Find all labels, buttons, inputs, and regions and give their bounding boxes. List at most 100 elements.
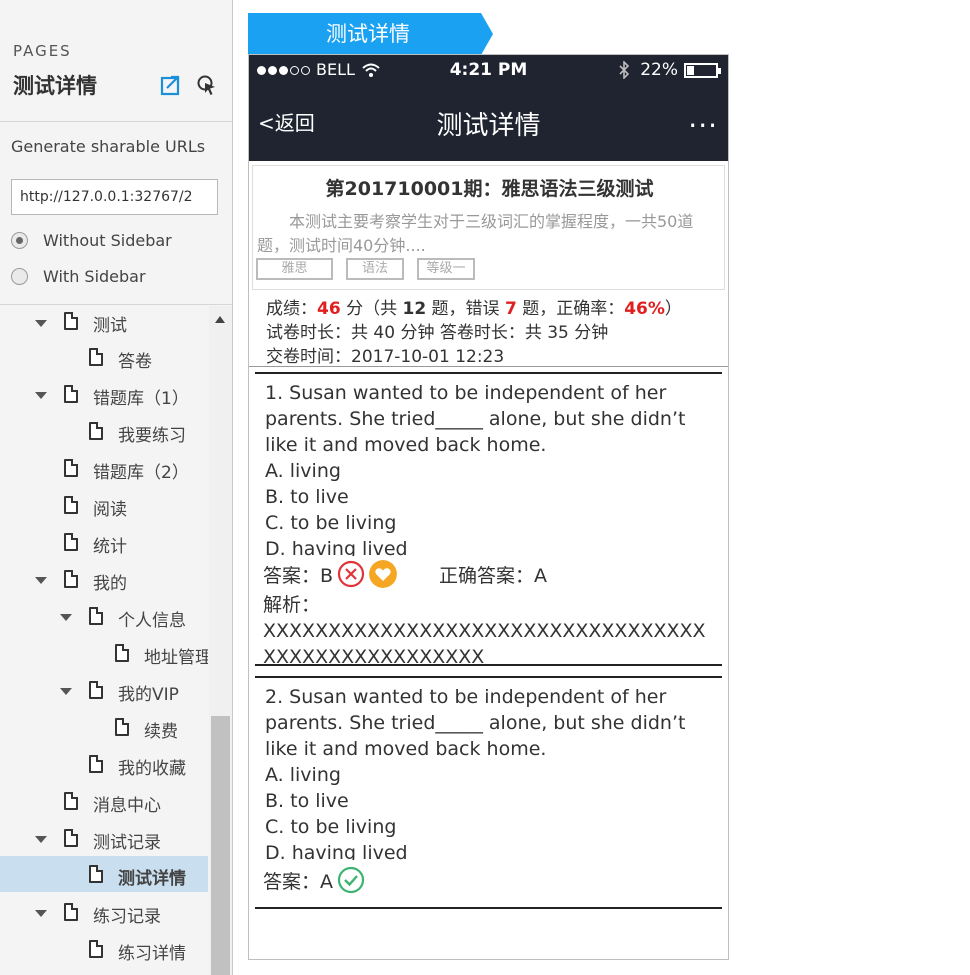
analysis-text: XXXXXXXXXXXXXXXXXXXXXXXXXXXXXXXXXXXXXXXX… bbox=[263, 620, 706, 668]
total-count: 12 bbox=[402, 299, 427, 319]
radio-button[interactable] bbox=[11, 268, 28, 285]
option-d: D. having lived bbox=[265, 842, 408, 860]
scroll-thumb[interactable] bbox=[211, 716, 230, 975]
page-icon bbox=[64, 829, 78, 847]
radio-without-sidebar[interactable]: Without Sidebar bbox=[11, 231, 172, 250]
tree-item-label: 个人信息 bbox=[118, 611, 186, 631]
tree-item-label: 阅读 bbox=[93, 500, 127, 520]
tree-item-label: 练习详情 bbox=[118, 944, 186, 964]
question-body: 1. Susan wanted to be independent of her… bbox=[265, 380, 710, 556]
test-info-card: 第201710001期：雅思语法三级测试 本测试主要考察学生对于三级词汇的掌握程… bbox=[252, 165, 725, 290]
tree-item-test-records[interactable]: 测试记录 bbox=[0, 821, 208, 857]
pointer-icon[interactable] bbox=[196, 74, 218, 96]
caret-icon[interactable] bbox=[35, 320, 47, 327]
question-text: 1. Susan wanted to be independent of her… bbox=[265, 382, 686, 456]
page-icon bbox=[64, 385, 78, 403]
tree-item-answer-sheet[interactable]: 答卷 bbox=[0, 340, 208, 376]
share-title: Generate sharable URLs bbox=[11, 137, 206, 156]
tree-item-wrong-bank-2[interactable]: 错题库（2） bbox=[0, 451, 208, 487]
radio-with-sidebar[interactable]: With Sidebar bbox=[11, 267, 146, 286]
score-line: 成绩：46 分（共 12 题，错误 7 题，正确率：46%） bbox=[266, 299, 682, 319]
option-b: B. to live bbox=[265, 486, 349, 508]
option-a: A. living bbox=[265, 460, 341, 482]
tree-item-practice[interactable]: 我要练习 bbox=[0, 414, 208, 450]
tree-item-messages[interactable]: 消息中心 bbox=[0, 784, 208, 820]
page-title-tab: 测试详情 bbox=[248, 13, 493, 55]
title-tab-label: 测试详情 bbox=[326, 22, 410, 46]
page-icon bbox=[89, 865, 103, 883]
caret-icon[interactable] bbox=[60, 614, 72, 621]
caret-icon[interactable] bbox=[60, 688, 72, 695]
more-button[interactable]: ... bbox=[688, 101, 718, 134]
nav-title: 测试详情 bbox=[436, 111, 541, 141]
sidebar-header: PAGES 测试详情 bbox=[0, 0, 232, 122]
caret-icon[interactable] bbox=[35, 910, 47, 917]
heart-icon[interactable] bbox=[369, 560, 398, 588]
tree-item-label: 测试详情 bbox=[118, 869, 186, 889]
tree-item-statistics[interactable]: 统计 bbox=[0, 525, 208, 561]
page-icon bbox=[89, 755, 103, 773]
question-card: 2. Susan wanted to be independent of her… bbox=[255, 676, 722, 909]
caret-icon[interactable] bbox=[35, 577, 47, 584]
tree-item-address[interactable]: 地址管理 bbox=[0, 636, 208, 672]
tree-item-label: 我的收藏 bbox=[118, 759, 186, 779]
tree-item-vip[interactable]: 我的VIP bbox=[0, 673, 208, 709]
phone-frame: BELL 4:21 PM 22% <返回 测试详情 ... 第201710001… bbox=[248, 54, 729, 960]
tree-item-favorites[interactable]: 我的收藏 bbox=[0, 747, 208, 783]
result-summary: 成绩：46 分（共 12 题，错误 7 题，正确率：46%） 试卷时长：共 40… bbox=[266, 297, 682, 369]
tree-item-label: 错题库（2） bbox=[93, 463, 189, 483]
tree-item-test[interactable]: 测试 bbox=[0, 306, 208, 342]
option-c: C. to be living bbox=[265, 816, 397, 838]
divider bbox=[249, 366, 728, 367]
my-answer: 答案：A bbox=[263, 870, 333, 893]
page-icon bbox=[64, 459, 78, 477]
tree-item-wrong-bank-1[interactable]: 错题库（1） bbox=[0, 377, 208, 413]
tree-item-label: 我的VIP bbox=[118, 685, 179, 705]
scroll-up-arrow-icon[interactable] bbox=[215, 316, 225, 323]
tree-item-label: 我的 bbox=[93, 574, 127, 594]
tree-item-label: 练习记录 bbox=[93, 907, 161, 927]
tree-item-label: 地址管理 bbox=[144, 648, 208, 668]
test-description: 本测试主要考察学生对于三级词汇的掌握程度，一共50道题，测试时间40分钟.... bbox=[257, 212, 694, 255]
pages-label: PAGES bbox=[13, 42, 72, 60]
tree-item-practice-records[interactable]: 练习记录 bbox=[0, 895, 208, 931]
page-icon bbox=[64, 792, 78, 810]
tree-item-mine[interactable]: 我的 bbox=[0, 562, 208, 598]
caret-icon[interactable] bbox=[35, 392, 47, 399]
radio-button[interactable] bbox=[11, 232, 28, 249]
tree-item-label: 测试 bbox=[93, 316, 127, 336]
answer-row: 答案：B 正确答案：A bbox=[263, 560, 547, 588]
page-icon bbox=[89, 681, 103, 699]
battery-icon bbox=[684, 62, 721, 78]
page-icon bbox=[64, 496, 78, 514]
option-d: D. having lived bbox=[265, 538, 408, 556]
wrong-icon bbox=[337, 560, 365, 588]
page-tree: 测试 答卷 错题库（1） 我要练习 错题库（2） 阅读 统计 我的 个人信息 地… bbox=[0, 306, 208, 975]
status-right: 22% bbox=[618, 60, 721, 80]
tree-item-personal-info[interactable]: 个人信息 bbox=[0, 599, 208, 635]
tree-item-renew[interactable]: 续费 bbox=[0, 710, 208, 746]
page-title: 测试详情 bbox=[13, 74, 97, 98]
option-b: B. to live bbox=[265, 790, 349, 812]
tree-item-practice-detail[interactable]: 练习详情 bbox=[0, 932, 208, 968]
page-icon bbox=[115, 718, 129, 736]
tag[interactable]: 雅思 bbox=[256, 258, 333, 280]
sidebar-scrollbar[interactable] bbox=[209, 306, 232, 975]
radio-label: Without Sidebar bbox=[43, 231, 172, 250]
tag[interactable]: 语法 bbox=[346, 258, 404, 280]
caret-icon[interactable] bbox=[35, 836, 47, 843]
share-icon[interactable] bbox=[160, 74, 182, 96]
share-url-input[interactable] bbox=[11, 179, 218, 215]
tree-item-reading[interactable]: 阅读 bbox=[0, 488, 208, 524]
tree-item-test-detail[interactable]: 测试详情 bbox=[0, 856, 208, 892]
tag[interactable]: 等级一 bbox=[417, 258, 475, 280]
tree-item-label: 测试记录 bbox=[93, 833, 161, 853]
page-icon bbox=[89, 422, 103, 440]
analysis-label: 解析： bbox=[263, 594, 321, 616]
page-icon bbox=[115, 644, 129, 662]
page-icon bbox=[64, 903, 78, 921]
page-icon bbox=[64, 570, 78, 588]
question-body: 2. Susan wanted to be independent of her… bbox=[265, 684, 710, 860]
page-icon bbox=[64, 312, 78, 330]
tree-item-label: 错题库（1） bbox=[93, 389, 189, 409]
